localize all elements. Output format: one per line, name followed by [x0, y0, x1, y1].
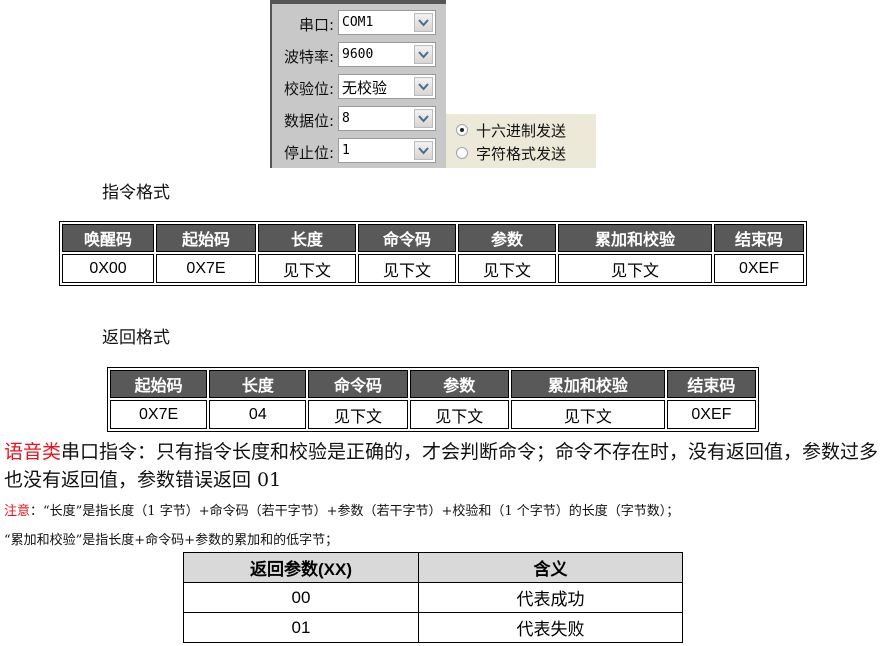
radio-selected-icon[interactable] [456, 124, 468, 136]
header-params: 参数 [409, 370, 509, 398]
cell-code: 01 [183, 612, 419, 643]
note-line-1: 注意：“长度”是指长度（1 字节）+命令码（若干字节）+参数（若干字节）+校验和… [4, 500, 679, 519]
cell-meaning: 代表失败 [418, 612, 683, 643]
cell-params: 见下文 [409, 400, 509, 429]
table-header-row: 唤醒码 起始码 长度 命令码 参数 累加和校验 结束码 [62, 224, 804, 252]
return-format-table: 起始码 长度 命令码 参数 累加和校验 结束码 0X7E 04 见下文 见下文 … [107, 367, 759, 432]
chevron-down-icon[interactable] [414, 45, 433, 64]
radio-char-label: 字符格式发送 [476, 144, 567, 163]
note-label: 注意 [4, 504, 31, 519]
baud-value: 9600 [342, 47, 374, 62]
parity-row: 校验位: 无校验 [272, 74, 446, 100]
cell-meaning: 代表成功 [418, 582, 683, 613]
header-end: 结束码 [714, 224, 804, 252]
stopbits-label: 停止位: [283, 144, 334, 162]
radio-char-send[interactable]: 字符格式发送 [456, 142, 566, 164]
header-end: 结束码 [666, 370, 756, 398]
return-params-table: 返回参数(XX) 含义 00 代表成功 01 代表失败 [183, 552, 683, 643]
description-paragraph: 语音类串口指令：只有指令长度和校验是正确的，才会判断命令；命令不存在时，没有返回… [4, 438, 884, 494]
table-row: 0X00 0X7E 见下文 见下文 见下文 见下文 0XEF [62, 254, 804, 283]
port-label: 串口: [298, 16, 334, 34]
databits-select[interactable]: 8 [338, 106, 436, 131]
note-line-2: “累加和校验”是指长度+命令码+参数的累加和的低字节； [4, 533, 339, 548]
cell-checksum: 见下文 [510, 400, 665, 429]
stopbits-value: 1 [342, 143, 350, 158]
header-return-param: 返回参数(XX) [183, 552, 419, 583]
table-row: 00 代表成功 [183, 582, 683, 613]
baud-row: 波特率: 9600 [272, 42, 446, 68]
cell-start: 0X7E [156, 254, 256, 283]
header-start: 起始码 [156, 224, 256, 252]
table-header-row: 返回参数(XX) 含义 [183, 552, 683, 583]
cell-length: 见下文 [258, 254, 356, 283]
cell-end: 0XEF [714, 254, 804, 283]
chevron-down-icon[interactable] [414, 141, 433, 160]
parity-select[interactable]: 无校验 [338, 74, 436, 99]
description-text: 串口指令：只有指令长度和校验是正确的，才会判断命令；命令不存在时，没有返回值，参… [4, 441, 879, 491]
note-text-1: ：“长度”是指长度（1 字节）+命令码（若干字节）+参数（若干字节）+校验和（1… [30, 504, 680, 519]
serial-settings-panel: 串口: COM1 波特率: 9600 校验位: 无校验 数据位: 8 停止位: … [270, 0, 446, 168]
baud-label: 波特率: [283, 48, 334, 66]
chevron-down-icon[interactable] [414, 77, 433, 96]
header-checksum: 累加和校验 [510, 370, 665, 398]
header-checksum: 累加和校验 [558, 224, 712, 252]
radio-hex-send[interactable]: 十六进制发送 [456, 119, 566, 141]
header-command: 命令码 [308, 370, 408, 398]
header-length: 长度 [209, 370, 307, 398]
table-row: 01 代表失败 [183, 612, 683, 643]
cell-code: 00 [183, 582, 419, 613]
cell-end: 0XEF [666, 400, 756, 429]
cell-checksum: 见下文 [558, 254, 712, 283]
stopbits-row: 停止位: 1 [272, 138, 446, 164]
databits-row: 数据位: 8 [272, 106, 446, 132]
radio-unselected-icon[interactable] [456, 147, 468, 159]
send-mode-group: 十六进制发送 字符格式发送 [446, 114, 596, 168]
header-start: 起始码 [110, 370, 208, 398]
cell-wakeup: 0X00 [62, 254, 154, 283]
command-format-table: 唤醒码 起始码 长度 命令码 参数 累加和校验 结束码 0X00 0X7E 见下… [59, 221, 807, 286]
cell-length: 04 [209, 400, 307, 429]
port-select[interactable]: COM1 [338, 10, 436, 35]
cell-command: 见下文 [308, 400, 408, 429]
port-row: 串口: COM1 [272, 10, 446, 36]
chevron-down-icon[interactable] [414, 13, 433, 32]
header-command: 命令码 [358, 224, 456, 252]
chevron-down-icon[interactable] [414, 109, 433, 128]
cell-start: 0X7E [110, 400, 208, 429]
baud-select[interactable]: 9600 [338, 42, 436, 67]
parity-value: 无校验 [342, 79, 388, 97]
command-format-heading: 指令格式 [102, 183, 170, 203]
radio-hex-label: 十六进制发送 [476, 121, 567, 140]
description-highlight: 语音类 [4, 441, 62, 463]
databits-value: 8 [342, 111, 350, 126]
header-meaning: 含义 [418, 552, 683, 583]
stopbits-select[interactable]: 1 [338, 138, 436, 163]
table-header-row: 起始码 长度 命令码 参数 累加和校验 结束码 [110, 370, 756, 398]
parity-label: 校验位: [283, 80, 334, 98]
header-wakeup: 唤醒码 [62, 224, 154, 252]
header-params: 参数 [458, 224, 556, 252]
table-row: 0X7E 04 见下文 见下文 见下文 0XEF [110, 400, 756, 429]
cell-params: 见下文 [458, 254, 556, 283]
return-format-heading: 返回格式 [102, 328, 170, 348]
databits-label: 数据位: [283, 112, 334, 130]
cell-command: 见下文 [358, 254, 456, 283]
port-value: COM1 [342, 15, 374, 30]
header-length: 长度 [258, 224, 356, 252]
